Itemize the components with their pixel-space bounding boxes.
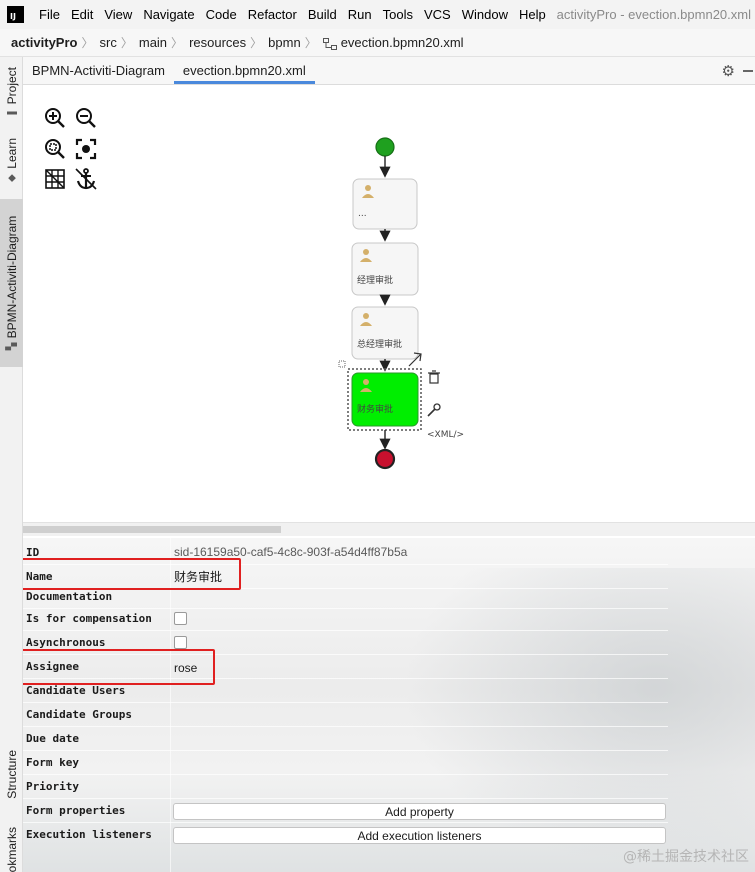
resize-handle[interactable]: [338, 360, 346, 368]
intellij-logo-icon[interactable]: IJ: [7, 6, 24, 23]
add-execution-listeners-button[interactable]: Add execution listeners: [173, 827, 666, 844]
tab-evection-xml[interactable]: evection.bpmn20.xml: [173, 57, 315, 84]
prop-label-priority: Priority: [26, 779, 79, 793]
menu-view[interactable]: View: [99, 7, 138, 22]
gear-icon[interactable]: ⚙: [722, 62, 735, 80]
properties-panel: ID sid-16159a50-caf5-4c8c-903f-a54d4ff87…: [23, 538, 755, 872]
prop-row-candidate-groups: Candidate Groups: [23, 702, 668, 726]
wrench-icon[interactable]: [427, 403, 441, 417]
add-property-button[interactable]: Add property: [173, 803, 666, 820]
canvas-horizontal-scrollbar[interactable]: [23, 522, 755, 536]
bpmn-file-icon: [322, 37, 337, 50]
menu-tools[interactable]: Tools: [378, 7, 419, 22]
prop-label-form-properties: Form properties: [26, 803, 126, 817]
chevron-right-icon: 〉: [81, 36, 94, 50]
chevron-right-icon: 〉: [250, 36, 263, 50]
chevron-right-icon: 〉: [120, 36, 133, 50]
breadcrumb-main[interactable]: main: [139, 35, 167, 50]
prop-label-documentation: Documentation: [26, 589, 113, 603]
tab-evection-xml-label: evection.bpmn20.xml: [182, 63, 306, 78]
prop-row-compensation: Is for compensation: [23, 606, 668, 630]
breadcrumb-resources[interactable]: resources: [189, 35, 246, 50]
trash-icon[interactable]: [428, 370, 440, 384]
task-label: ...: [358, 209, 367, 219]
breadcrumb-src[interactable]: src: [100, 35, 117, 50]
graduation-cap-icon: ◆: [6, 172, 17, 184]
menu-refactor[interactable]: Refactor: [243, 7, 303, 22]
task-label-selected: 财务审批: [357, 405, 394, 415]
breadcrumb-bpmn[interactable]: bpmn: [268, 35, 301, 50]
user-task-box[interactable]: [351, 242, 419, 296]
prop-value-id[interactable]: sid-16159a50-caf5-4c8c-903f-a54d4ff87b5a: [174, 545, 407, 559]
user-task-box[interactable]: [351, 306, 419, 360]
prop-label-id: ID: [26, 545, 40, 559]
menu-file[interactable]: File: [34, 7, 66, 22]
asynchronous-checkbox[interactable]: [174, 636, 187, 649]
prop-label-form-key: Form key: [26, 755, 79, 769]
tool-tab-structure[interactable]: Structure: [0, 743, 23, 805]
tool-tab-learn[interactable]: ◆ Learn: [0, 135, 23, 187]
prop-label-candidate-users: Candidate Users: [26, 683, 126, 697]
tool-tab-bookmarks-label: okmarks: [4, 826, 19, 872]
menu-window[interactable]: Window: [457, 7, 514, 22]
prop-label-candidate-groups: Candidate Groups: [26, 707, 132, 721]
menu-help[interactable]: Help: [514, 7, 552, 22]
editor-tab-bar: BPMN-Activiti-Diagram evection.bpmn20.xm…: [23, 57, 755, 85]
tool-window-strip: ▬ Project ◆ Learn ▚ BPMN-Activiti-Diagram S…: [0, 57, 23, 872]
prop-row-due-date: Due date: [23, 726, 668, 750]
prop-label-compensation: Is for compensation: [26, 611, 152, 625]
menu-vcs[interactable]: VCS: [419, 7, 457, 22]
minimize-icon[interactable]: [743, 69, 753, 72]
menu-bar: IJ File Edit View Navigate Code Refactor…: [0, 0, 755, 29]
breadcrumb-project[interactable]: activityPro: [11, 35, 77, 50]
breadcrumb-file[interactable]: evection.bpmn20.xml: [341, 35, 464, 50]
end-event[interactable]: [374, 448, 396, 470]
watermark: @稀土掘金技术社区: [623, 849, 749, 865]
start-event[interactable]: [375, 137, 395, 157]
xml-link[interactable]: <XML/>: [427, 430, 464, 440]
menu-navigate[interactable]: Navigate: [138, 7, 200, 22]
tool-tab-project-label: Project: [4, 66, 19, 105]
tab-bpmn-diagram[interactable]: BPMN-Activiti-Diagram: [23, 57, 174, 84]
user-task-selected-box[interactable]: [351, 372, 419, 427]
prop-row-execution-listeners: Execution listeners Add execution listen…: [23, 822, 668, 846]
prop-row-priority: Priority: [23, 774, 668, 798]
highlight-box-assignee: [23, 649, 215, 685]
tool-tab-structure-label: Structure: [4, 749, 19, 799]
diagram-icon: ▚: [6, 342, 17, 351]
scrollbar-thumb[interactable]: [23, 526, 281, 533]
bpmn-diagram: [338, 137, 441, 470]
tool-tab-bpmn[interactable]: ▚ BPMN-Activiti-Diagram: [0, 199, 23, 367]
prop-label-execution-listeners: Execution listeners: [26, 827, 152, 841]
user-task-box[interactable]: [352, 178, 418, 230]
menu-code[interactable]: Code: [201, 7, 243, 22]
chevron-right-icon: 〉: [171, 36, 184, 50]
menu-run[interactable]: Run: [343, 7, 378, 22]
diagram-canvas[interactable]: ... 经理审批 总经理审批 财务审批 <XML/>: [23, 85, 755, 522]
breadcrumb: activityPro 〉 src 〉 main 〉 resources 〉 b…: [0, 29, 755, 57]
tool-tab-bookmarks[interactable]: okmarks: [0, 827, 23, 872]
prop-row-form-properties: Form properties Add property: [23, 798, 668, 822]
prop-row-form-key: Form key: [23, 750, 668, 774]
tool-tab-learn-label: Learn: [4, 138, 19, 169]
folder-icon: ▬: [6, 108, 17, 120]
menu-edit[interactable]: Edit: [66, 7, 99, 22]
window-title: activityPro - evection.bpmn20.xml: [556, 7, 751, 22]
task-label: 经理审批: [357, 276, 394, 286]
task-label: 总经理审批: [357, 340, 403, 350]
compensation-checkbox[interactable]: [174, 612, 187, 625]
prop-label-asynchronous: Asynchronous: [26, 635, 106, 649]
tool-tab-project[interactable]: ▬ Project: [0, 63, 23, 123]
highlight-box-name: [23, 558, 241, 590]
prop-label-due-date: Due date: [26, 731, 79, 745]
tab-bpmn-diagram-label: BPMN-Activiti-Diagram: [32, 63, 165, 78]
chevron-right-icon: 〉: [304, 36, 317, 50]
tool-tab-bpmn-label: BPMN-Activiti-Diagram: [4, 215, 19, 339]
menu-build[interactable]: Build: [303, 7, 343, 22]
